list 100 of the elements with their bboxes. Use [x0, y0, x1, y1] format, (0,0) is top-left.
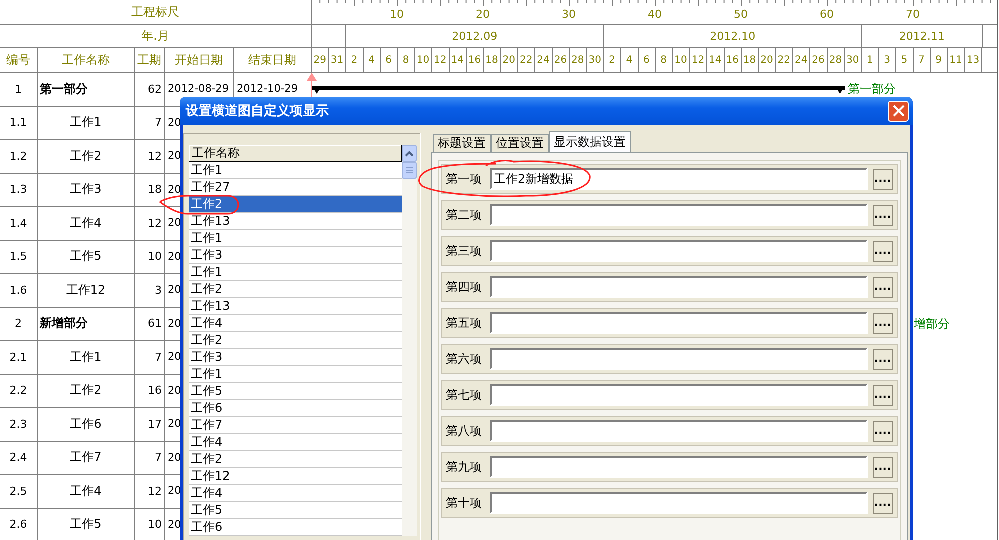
list-item[interactable]: 工作1: [189, 162, 402, 179]
input-field[interactable]: [490, 420, 868, 442]
table-cell: 12: [135, 475, 165, 508]
day-label: 20: [501, 48, 518, 72]
field-label: 第四项: [446, 278, 483, 296]
day-label: 16: [724, 48, 742, 72]
list-item[interactable]: 工作1: [189, 264, 402, 281]
tab[interactable]: 显示数据设置: [549, 131, 631, 152]
day-label: 7: [914, 48, 931, 72]
bar-label: 增部分: [914, 316, 950, 333]
column-header: 工作名称: [38, 48, 135, 72]
list-item[interactable]: 工作6: [189, 519, 402, 536]
table-cell: 2: [0, 308, 38, 341]
input-field[interactable]: [490, 204, 868, 226]
browse-button[interactable]: ....: [872, 240, 893, 262]
day-label: 4: [621, 48, 639, 72]
scrollbar[interactable]: [402, 145, 417, 536]
list-item[interactable]: 工作3: [189, 247, 402, 264]
list-item[interactable]: 工作12: [189, 468, 402, 485]
scroll-thumb[interactable]: [402, 162, 417, 179]
browse-button[interactable]: ....: [872, 492, 893, 514]
browse-button[interactable]: ....: [872, 456, 893, 478]
table-cell: 工作1: [38, 106, 135, 140]
day-label: 16: [466, 48, 484, 72]
ruler-title: 工程标尺: [0, 0, 312, 24]
list-item[interactable]: 工作5: [189, 502, 402, 519]
browse-button[interactable]: ....: [872, 276, 893, 298]
day-label: 8: [398, 48, 416, 72]
day-label: 26: [552, 48, 570, 72]
table-cell: 工作2: [38, 374, 135, 408]
input-field[interactable]: [490, 348, 868, 370]
input-field[interactable]: [490, 492, 868, 514]
table-cell: 1: [0, 73, 38, 106]
tab[interactable]: 位置设置: [491, 134, 549, 152]
input-field[interactable]: [490, 384, 868, 406]
list-item[interactable]: 工作2: [189, 196, 402, 213]
list-item[interactable]: 工作4: [189, 485, 402, 502]
day-label: 4: [364, 48, 381, 72]
table-cell: 10: [135, 508, 165, 540]
list-item[interactable]: 工作1: [189, 230, 402, 247]
table-cell: 7: [135, 106, 165, 140]
table-cell: 2.5: [0, 475, 38, 508]
column-header: 开始日期: [165, 48, 234, 72]
table-cell: 62: [135, 73, 165, 106]
list-item[interactable]: 工作2: [189, 332, 402, 349]
table-cell: 2.4: [0, 442, 38, 475]
day-label: 24: [535, 48, 553, 72]
list-header: 工作名称: [189, 145, 402, 162]
list-item[interactable]: 工作13: [189, 213, 402, 230]
day-label: 22: [776, 48, 794, 72]
browse-button[interactable]: ....: [872, 420, 893, 442]
list-item[interactable]: 工作1: [189, 366, 402, 383]
day-label: 24: [793, 48, 810, 72]
day-label: 10: [672, 48, 690, 72]
column-header: 工期: [135, 48, 165, 72]
list-item[interactable]: 工作3: [189, 349, 402, 366]
day-label: 14: [707, 48, 724, 72]
scroll-up-button[interactable]: [402, 145, 417, 162]
list-item[interactable]: 工作6: [189, 400, 402, 417]
table-cell: 第一部分: [38, 73, 135, 106]
table-cell: 2.3: [0, 408, 38, 442]
day-label: 28: [828, 48, 845, 72]
table-cell: 工作5: [38, 508, 135, 540]
table-cell: 2.1: [0, 341, 38, 374]
input-field[interactable]: [490, 456, 868, 478]
input-field[interactable]: [490, 240, 868, 262]
list-item[interactable]: 工作13: [189, 298, 402, 315]
table-cell: 17: [135, 408, 165, 442]
day-label: 1: [862, 48, 880, 72]
browse-button[interactable]: ....: [872, 312, 893, 334]
input-field[interactable]: 工作2新增数据: [490, 168, 868, 190]
day-label: 20: [758, 48, 776, 72]
day-label: 6: [638, 48, 656, 72]
browse-button[interactable]: ....: [872, 204, 893, 226]
browse-button[interactable]: ....: [872, 348, 893, 370]
table-cell: 3: [135, 274, 165, 308]
table-cell: 16: [135, 374, 165, 408]
browse-button[interactable]: ....: [872, 168, 893, 190]
input-field[interactable]: [490, 276, 868, 298]
list-item[interactable]: 工作2: [189, 281, 402, 298]
table-cell: 工作2: [38, 140, 135, 174]
day-label: 28: [570, 48, 587, 72]
list-item[interactable]: 工作7: [189, 417, 402, 434]
table-cell: 1.4: [0, 207, 38, 240]
list-item[interactable]: 工作5: [189, 383, 402, 400]
list-item[interactable]: 工作4: [189, 315, 402, 332]
field-label: 第十项: [446, 494, 483, 512]
day-label: 10: [415, 48, 432, 72]
day-label: 18: [742, 48, 759, 72]
list-item[interactable]: 工作4: [189, 434, 402, 451]
field-label: 第八项: [446, 422, 483, 440]
table-cell: 工作4: [38, 475, 135, 508]
day-label: 29: [312, 48, 330, 72]
table-cell: 工作7: [38, 442, 135, 475]
browse-button[interactable]: ....: [872, 384, 893, 406]
tab[interactable]: 标题设置: [433, 134, 491, 152]
input-field[interactable]: [490, 312, 868, 334]
list-item[interactable]: 工作2: [189, 451, 402, 468]
table-cell: 7: [135, 341, 165, 374]
close-button[interactable]: [888, 100, 909, 122]
